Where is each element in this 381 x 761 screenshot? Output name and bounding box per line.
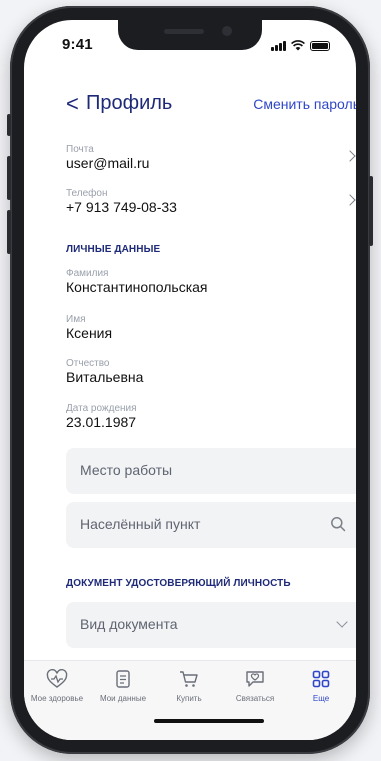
phone-label: Телефон	[66, 188, 108, 199]
battery-icon	[310, 41, 330, 51]
wifi-icon	[291, 40, 305, 51]
workplace-input[interactable]: Место работы	[66, 448, 356, 494]
page-title: Профиль	[86, 92, 173, 114]
phone-row[interactable]: Телефон +7 913 749-08-33	[66, 188, 356, 216]
tab-label: Мое здоровье	[30, 694, 84, 703]
header: < Профиль Сменить пароль	[24, 90, 356, 120]
status-icons	[271, 39, 330, 51]
document-type-select[interactable]: Вид документа	[66, 602, 356, 648]
speaker-grille	[164, 29, 204, 34]
birthdate-value: 23.01.1987	[66, 414, 137, 430]
volume-up-button	[7, 156, 11, 200]
notch	[118, 20, 262, 50]
tab-label: Мои данные	[99, 694, 147, 703]
phone-frame: 9:41 < Профиль Сменить пароль Почта user…	[7, 6, 373, 754]
tab-my-health[interactable]: Мое здоровье	[24, 669, 90, 703]
surname-label: Фамилия	[66, 268, 109, 279]
tab-label: Связаться	[235, 694, 275, 703]
tab-more[interactable]: Еще	[288, 669, 354, 703]
bottom-tab-bar: Мое здоровье Мои данные Купить Связаться…	[24, 660, 356, 740]
cart-icon	[180, 671, 198, 687]
power-button	[369, 176, 373, 246]
front-camera	[222, 26, 232, 36]
patronymic-label: Отчество	[66, 358, 110, 369]
volume-down-button	[7, 210, 11, 254]
back-button[interactable]: <	[66, 93, 79, 115]
tab-buy[interactable]: Купить	[156, 669, 222, 703]
mute-switch	[7, 114, 11, 136]
workplace-placeholder: Место работы	[80, 462, 173, 478]
name-field: Имя Ксения	[66, 314, 346, 342]
patronymic-value: Витальевна	[66, 369, 144, 385]
phone-value: +7 913 749-08-33	[66, 199, 177, 215]
name-value: Ксения	[66, 325, 113, 341]
tab-my-data[interactable]: Мои данные	[90, 669, 156, 703]
tab-label: Еще	[312, 694, 330, 703]
chat-heart-icon	[246, 671, 264, 687]
birthdate-label: Дата рождения	[66, 403, 137, 414]
email-value: user@mail.ru	[66, 155, 150, 171]
heart-pulse-icon	[46, 669, 68, 688]
birthdate-field: Дата рождения 23.01.1987	[66, 403, 346, 431]
change-password-link[interactable]: Сменить пароль	[253, 96, 356, 112]
surname-field: Фамилия Константинопольская	[66, 268, 346, 296]
surname-value: Константинопольская	[66, 279, 208, 295]
search-icon[interactable]	[330, 516, 346, 532]
screen: 9:41 < Профиль Сменить пароль Почта user…	[24, 20, 356, 740]
patronymic-field: Отчество Витальевна	[66, 358, 346, 386]
email-label: Почта	[66, 144, 94, 155]
email-row[interactable]: Почта user@mail.ru	[66, 144, 356, 172]
tab-contact[interactable]: Связаться	[222, 669, 288, 703]
tab-label: Купить	[176, 694, 202, 703]
document-section-title: ДОКУМЕНТ УДОСТОВЕРЯЮЩИЙ ЛИЧНОСТЬ	[66, 578, 291, 589]
home-indicator	[154, 719, 264, 723]
status-time: 9:41	[62, 36, 93, 53]
personal-section-title: ЛИЧНЫЕ ДАННЫЕ	[66, 244, 161, 255]
name-label: Имя	[66, 314, 86, 325]
chevron-down-icon	[336, 616, 348, 628]
signal-icon	[271, 41, 286, 51]
grid-icon	[312, 670, 330, 688]
document-icon	[116, 670, 130, 688]
settlement-placeholder: Населённый пункт	[80, 516, 201, 532]
chevron-right-icon	[344, 194, 356, 206]
document-type-placeholder: Вид документа	[80, 616, 178, 632]
settlement-input[interactable]: Населённый пункт	[66, 502, 356, 548]
chevron-right-icon	[344, 150, 356, 162]
